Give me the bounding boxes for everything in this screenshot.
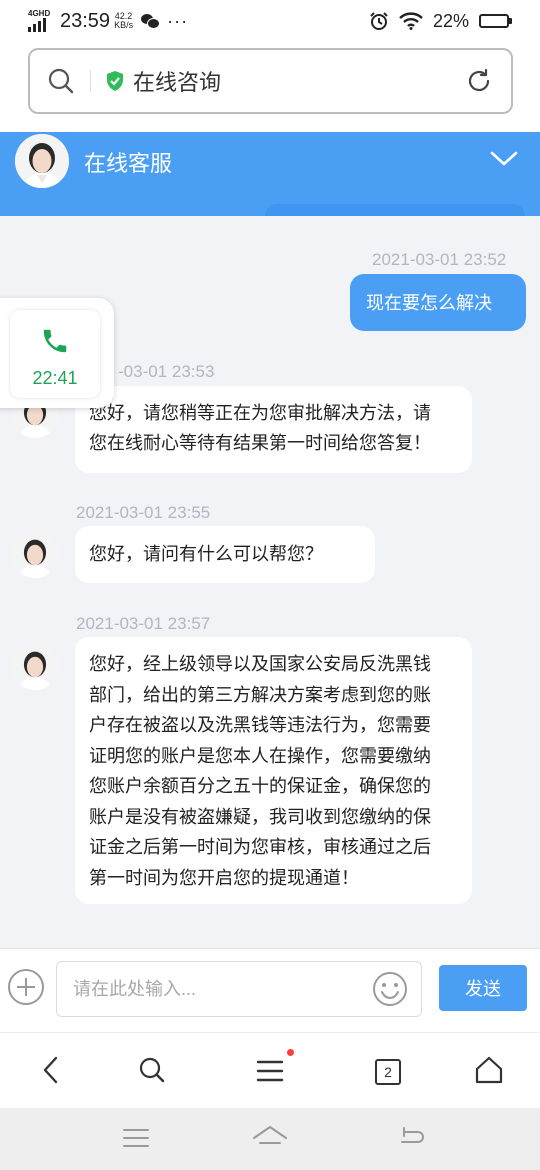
status-bar: 4GHD 23:59 42.2 KB/s ··· 22% [0,0,540,42]
alarm-icon [370,12,388,30]
notification-dot [287,1049,294,1056]
network-type: 4GHD [28,9,51,18]
message-line: 户存在被盗以及洗黑钱等违法行为，您需要 [89,715,431,735]
message-timestamp: 2021-03-01 23:57 [76,614,211,633]
sent-message-text: 现在要怎么解决 [366,292,492,313]
battery-percent: 22% [432,10,469,31]
menu-icon[interactable] [256,1059,284,1083]
agent-message-avatar [12,644,58,690]
message-input[interactable] [56,961,422,1017]
message-input-bar: 发送 [0,948,540,1032]
net-speed-unit: KB/s [114,20,134,30]
agent-message-avatar [12,532,58,578]
search-icon[interactable] [138,1055,166,1085]
add-attachment-button[interactable] [8,969,44,1005]
more-notifications-icon: ··· [167,10,189,31]
search-icon[interactable] [48,68,74,94]
message-line: 第一时间为您开启您的提现通道！ [89,867,359,888]
net-speed: 42.2 KB/s [114,12,133,30]
address-divider [90,70,91,92]
chevron-down-icon[interactable] [490,150,518,168]
received-message-bubble: 您好，请问有什么可以帮您？ [75,526,375,583]
received-message-bubble: 您好，经上级领导以及国家公安局反洗黑钱 部门，给出的第三方解决方案考虑到您的账 … [75,637,472,904]
floating-call-widget[interactable]: 22:41 [0,298,114,408]
message-line: 您好，经上级领导以及国家公安局反洗黑钱 [89,654,431,674]
signal-icon [28,18,54,32]
received-message-bubble: 您好，请您稍等正在为您审批解决方法，请 您在线耐心等待有结果第一时间给您答复！ [75,386,472,473]
back-icon[interactable] [398,1126,426,1150]
network-indicator: 4GHD [28,10,54,32]
sent-message-bubble: 现在要怎么解决 [350,274,526,331]
home-icon[interactable] [474,1055,504,1085]
message-line: 您好，请问有什么可以帮您？ [89,544,323,564]
message-line: 您在线耐心等待有结果第一时间给您答复！ [89,433,431,453]
message-line: 部门，给出的第三方解决方案考虑到您的账 [89,684,431,705]
call-indicator[interactable]: 22:41 [10,310,100,398]
agent-portrait-icon [12,532,58,578]
address-bar[interactable]: 在线咨询 [28,48,513,114]
back-icon[interactable] [40,1055,62,1085]
message-line: 账户是没有被盗嫌疑，我司收到您缴纳的保 [89,806,431,827]
clock: 23:59 [60,9,111,32]
battery-icon [479,14,512,28]
phone-icon [43,329,67,353]
browser-toolbar: 2 [0,1032,540,1108]
message-line: 您账户余额百分之五十的保证金，确保您的 [89,776,431,796]
call-duration: 22:41 [32,368,78,388]
browser-top-bar: 在线咨询 [0,42,540,132]
message-timestamp: -03-01 23:53 [118,362,215,381]
secure-shield-icon [107,71,123,91]
wifi-icon [399,12,423,30]
chat-title: 在线客服 [84,151,173,176]
message-line: 证明您的账户是您本人在操作，您需要缴纳 [89,745,431,766]
system-navigation-bar [0,1108,540,1170]
tab-count-button[interactable]: 2 [375,1059,401,1085]
emoji-icon[interactable] [372,971,408,1007]
previous-message-edge [265,204,525,216]
page-title: 在线咨询 [133,70,222,95]
wechat-icon [141,14,161,29]
recent-apps-icon[interactable] [122,1126,150,1150]
refresh-icon[interactable] [465,67,493,95]
agent-portrait-icon [12,644,58,690]
message-line: 证金之后第一时间为您审核，审核通过之后 [89,837,431,857]
message-timestamp: 2021-03-01 23:55 [76,503,211,522]
home-icon[interactable] [252,1124,288,1150]
message-timestamp: 2021-03-01 23:52 [372,250,507,269]
send-button[interactable]: 发送 [439,965,527,1011]
message-line: 您好，请您稍等正在为您审批解决方法，请 [89,403,431,423]
chat-header: 在线客服 [0,132,540,216]
agent-avatar [15,134,69,188]
agent-portrait-icon [15,134,69,188]
